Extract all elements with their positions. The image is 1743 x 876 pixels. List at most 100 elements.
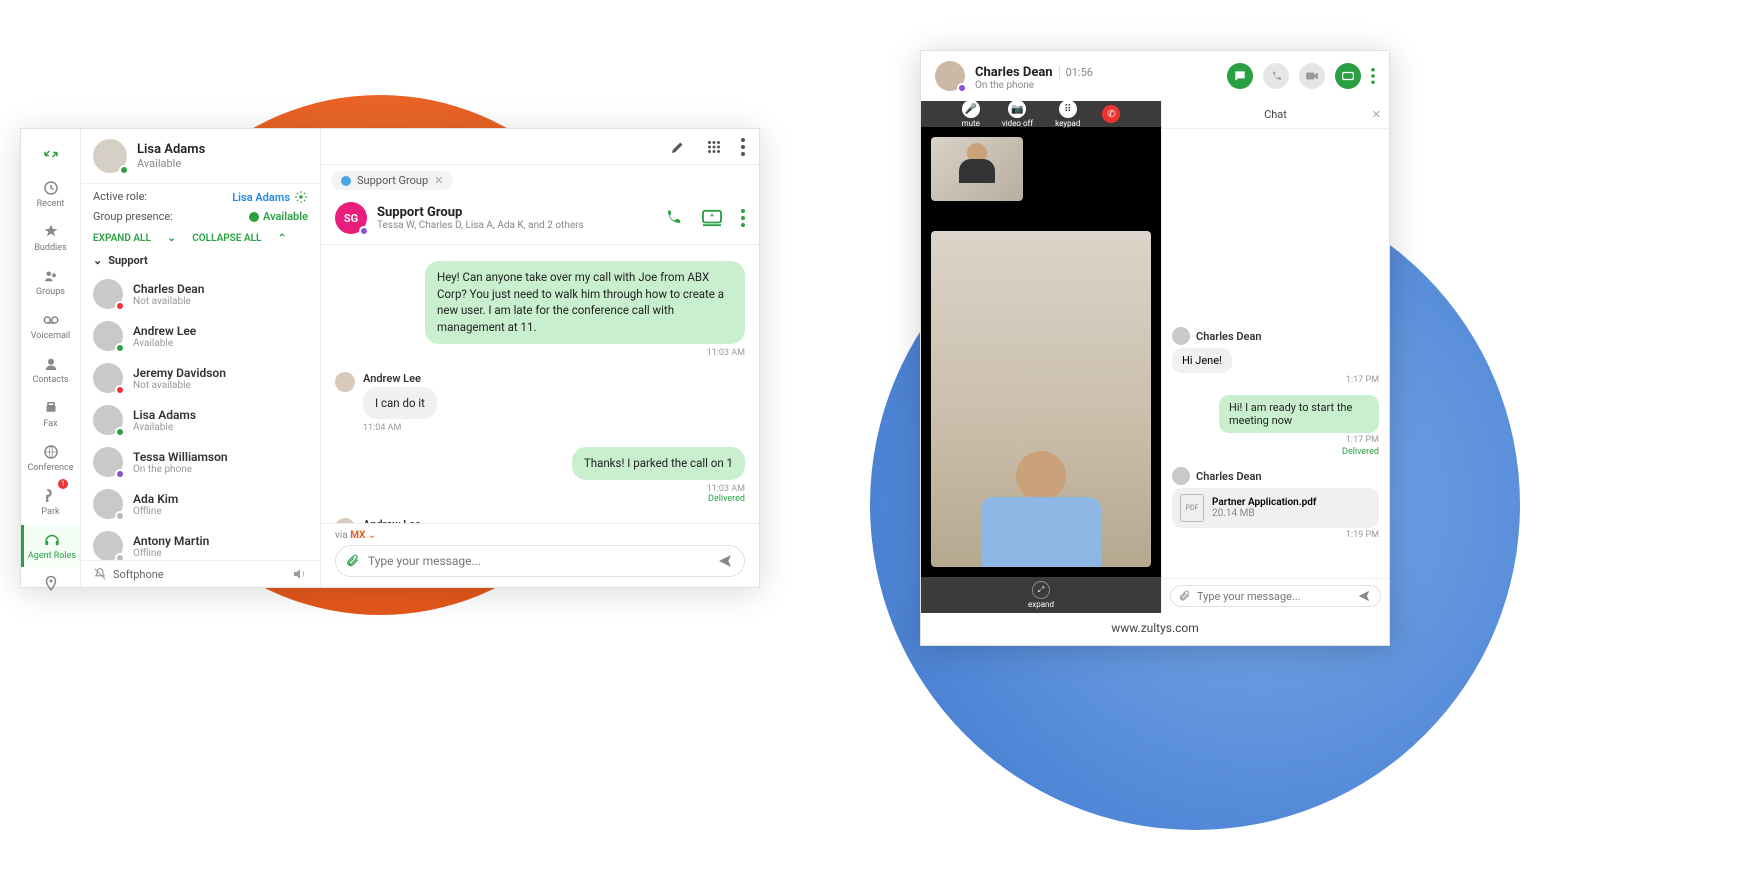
contact-row[interactable]: Charles DeanNot available xyxy=(81,273,320,315)
presence-dot xyxy=(249,212,259,222)
nav-park[interactable]: 1 Park xyxy=(21,481,80,523)
file-attachment[interactable]: PDF Partner Application.pdf 20.14 MB xyxy=(1172,488,1379,528)
message-time: 1:17 PM xyxy=(1172,375,1379,385)
message-received: Andrew Lee I can do it 11:04 AM xyxy=(335,372,745,434)
contact-row[interactable]: Tessa WilliamsonOn the phone xyxy=(81,441,320,483)
volume-icon xyxy=(292,568,308,580)
presence-dot xyxy=(115,385,125,395)
video-main-remote[interactable] xyxy=(931,231,1151,567)
message-time: 11:03 AM xyxy=(572,484,745,494)
screenshare-button[interactable] xyxy=(1335,63,1361,89)
file-name: Partner Application.pdf xyxy=(1212,497,1316,508)
message-bubble: Thanks! I parked the call on 1 xyxy=(572,447,745,480)
person-silhouette xyxy=(957,143,997,183)
active-role-row: Active role: Lisa Adams xyxy=(81,184,320,210)
avatar xyxy=(93,489,123,519)
group-presence-value[interactable]: Available xyxy=(249,210,308,223)
collapse-icon[interactable] xyxy=(21,139,80,171)
nav-fax[interactable]: Fax xyxy=(21,393,80,435)
contact-row[interactable]: Andrew LeeAvailable xyxy=(81,315,320,357)
chat-side-panel: Chat ✕ Charles Dean Hi Jene! 1:17 PM Hi!… xyxy=(1161,101,1389,613)
message-bubble: Hi! I am ready to start the meeting now xyxy=(1219,395,1379,433)
nav-buddies[interactable]: Buddies xyxy=(21,217,80,259)
message-input-row xyxy=(335,545,745,577)
presence-dot xyxy=(115,301,125,311)
via-label[interactable]: via MX ⌄ xyxy=(335,530,745,541)
active-role-value[interactable]: Lisa Adams xyxy=(232,190,308,204)
dialpad-icon[interactable] xyxy=(705,138,723,156)
call-button[interactable] xyxy=(1263,63,1289,89)
message-status: Delivered xyxy=(1172,447,1379,457)
contact-row[interactable]: Antony MartinOffline xyxy=(81,525,320,560)
nav-label: Recent xyxy=(37,199,65,209)
message-received: Charles Dean Hi Jene! 1:17 PM xyxy=(1172,327,1379,385)
tab-support-group[interactable]: Support Group ✕ xyxy=(331,171,453,190)
contact-row[interactable]: Jeremy DavidsonNot available xyxy=(81,357,320,399)
nav-recent[interactable]: Recent xyxy=(21,173,80,215)
user-status: Available xyxy=(137,157,205,170)
nav-location[interactable] xyxy=(21,569,80,601)
nav-label: Contacts xyxy=(32,375,68,385)
contact-row[interactable]: Ada KimOffline xyxy=(81,483,320,525)
video-thumbnail-self[interactable] xyxy=(931,137,1023,201)
group-header[interactable]: ⌄ Support xyxy=(81,248,320,273)
end-call-button[interactable]: ✆ xyxy=(1102,105,1120,123)
edit-icon[interactable] xyxy=(669,138,687,156)
message-input[interactable] xyxy=(368,550,708,572)
nav-agent-roles[interactable]: Agent Roles xyxy=(21,525,80,567)
nav-groups[interactable]: Groups xyxy=(21,261,80,303)
nav-label: Voicemail xyxy=(31,331,71,341)
close-tab-icon[interactable]: ✕ xyxy=(434,174,443,187)
message-status: Delivered xyxy=(572,494,745,504)
expand-all-button[interactable]: EXPAND ALL ⌄ xyxy=(93,233,176,244)
send-icon[interactable] xyxy=(716,553,734,569)
current-user-header[interactable]: Lisa Adams Available xyxy=(81,129,320,184)
presence-dot xyxy=(115,427,125,437)
avatar xyxy=(1172,327,1190,345)
video-footer: ⤢ expand xyxy=(921,577,1161,613)
avatar xyxy=(93,321,123,351)
gear-icon xyxy=(294,190,308,204)
message-received-file: Charles Dean PDF Partner Application.pdf… xyxy=(1172,467,1379,540)
contact-row[interactable]: Lisa AdamsAvailable xyxy=(81,399,320,441)
call-icon[interactable] xyxy=(663,208,683,228)
close-icon[interactable]: ✕ xyxy=(1372,108,1381,121)
contacts-panel: Lisa Adams Available Active role: Lisa A… xyxy=(81,129,321,587)
avatar xyxy=(93,531,123,560)
nav-contacts[interactable]: Contacts xyxy=(21,349,80,391)
collapse-all-button[interactable]: COLLAPSE ALL ⌃ xyxy=(192,233,286,244)
more-icon[interactable] xyxy=(1371,68,1375,84)
contact-status: Offline xyxy=(133,506,178,517)
keypad-button[interactable]: ⠿keypad xyxy=(1055,100,1080,128)
nav-voicemail[interactable]: Voicemail xyxy=(21,305,80,347)
video-button[interactable] xyxy=(1299,63,1325,89)
chat-button[interactable] xyxy=(1227,63,1253,89)
pdf-icon: PDF xyxy=(1180,494,1204,522)
mute-button[interactable]: 🎤mute xyxy=(962,100,980,128)
screenshare-icon[interactable] xyxy=(701,209,723,227)
expand-button[interactable]: ⤢ xyxy=(1032,581,1050,599)
contact-name: Ada Kim xyxy=(133,492,178,506)
attachment-icon[interactable] xyxy=(1179,589,1191,603)
avatar xyxy=(1172,467,1190,485)
more-icon[interactable] xyxy=(741,138,745,156)
presence-dot xyxy=(359,226,369,236)
message-bubble: Hey! Can anyone take over my call with J… xyxy=(425,261,745,344)
avatar xyxy=(93,363,123,393)
video-toggle-button[interactable]: 📷video off xyxy=(1002,100,1033,128)
attachment-icon[interactable] xyxy=(346,553,360,569)
chat-input[interactable] xyxy=(1197,590,1350,603)
park-badge: 1 xyxy=(58,479,68,489)
label: Group presence: xyxy=(93,210,173,223)
more-icon[interactable] xyxy=(741,209,745,227)
contact-name: Lisa Adams xyxy=(133,408,196,422)
softphone-row[interactable]: Softphone xyxy=(81,560,320,587)
message-time: 1:19 PM xyxy=(1172,530,1379,540)
nav-conference[interactable]: Conference xyxy=(21,437,80,479)
avatar xyxy=(935,61,965,91)
nav-label: Buddies xyxy=(34,243,66,253)
send-icon[interactable] xyxy=(1356,589,1372,603)
nav-label: Groups xyxy=(36,287,65,297)
message-time: 1:17 PM xyxy=(1172,435,1379,445)
user-name: Lisa Adams xyxy=(137,142,205,157)
